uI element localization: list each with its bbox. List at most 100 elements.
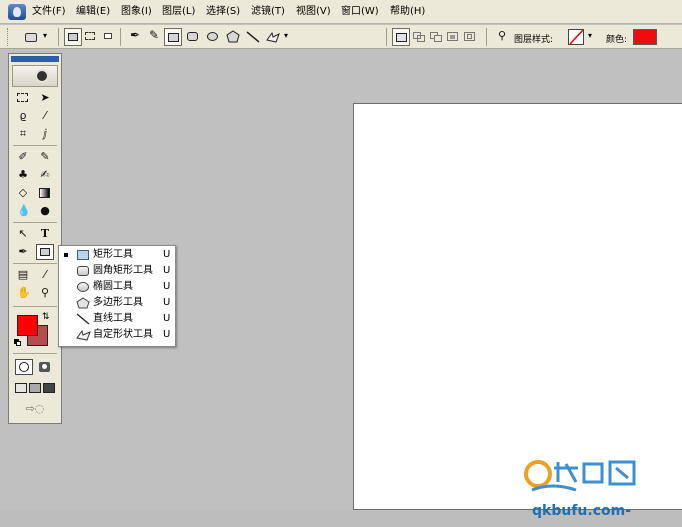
pen-tool-icon[interactable]: ✒ [126,28,144,46]
fill-pixels-mode-button[interactable] [100,28,118,46]
quick-mask-mode-icon[interactable] [36,359,54,375]
ellipse-shape-icon[interactable] [204,28,222,46]
move-tool-icon[interactable]: ➤ [36,90,54,106]
flyout-item-shortcut: U [163,329,171,340]
exclude-overlapping-areas-button[interactable] [461,28,479,46]
magic-wand-tool-icon[interactable]: ⁄ [36,108,54,124]
toolbox-panel: ➤ ϱ ⁄ ⌗ ⅉ ✐ ✎ ♣ ✍ ◇ 💧 ● ↖ T ✒ ▤ ⁄ ✋ ⚲ ⇅ … [8,53,62,424]
dodge-tool-icon[interactable]: ● [36,203,54,219]
swap-colors-icon[interactable]: ⇅ [42,313,50,322]
separator [58,28,59,46]
healing-brush-tool-icon[interactable]: ✐ [14,149,32,165]
flyout-item-label: 多边形工具 [93,297,143,308]
watermark-logo [524,460,636,492]
marquee-tool-icon[interactable] [14,90,32,106]
menu-image[interactable]: 图象(I) [121,6,152,18]
options-bar-grip[interactable] [7,28,11,46]
menu-select[interactable]: 选择(S) [206,6,240,18]
flyout-item-label: 圆角矩形工具 [93,265,153,276]
separator [13,145,57,146]
full-screen-mode-icon[interactable] [41,380,59,396]
flyout-item-ellipse-tool[interactable]: 椭圆工具 U [59,279,175,295]
add-to-shape-area-button[interactable] [410,28,428,46]
eraser-tool-icon[interactable]: ◇ [14,185,32,201]
menu-view[interactable]: 视图(V) [296,6,331,18]
shape-tool-icon[interactable] [36,244,54,260]
menu-bar: 文件(F) 编辑(E) 图象(I) 图层(L) 选择(S) 滤镜(T) 视图(V… [0,0,682,24]
paths-mode-button[interactable] [82,28,100,46]
link-icon[interactable]: ⚲ [493,28,511,46]
chevron-down-icon: ▾ [284,31,289,40]
menu-layer[interactable]: 图层(L) [162,6,195,18]
document-canvas[interactable] [353,103,682,510]
jump-to-imageready-icon[interactable]: ⇨◌ [19,401,51,417]
flyout-item-label: 椭圆工具 [93,281,133,292]
gradient-tool-icon[interactable] [36,185,54,201]
line-shape-icon[interactable] [244,28,262,46]
flyout-item-rounded-rectangle-tool[interactable]: 圆角矩形工具 U [59,263,175,279]
menu-file[interactable]: 文件(F) [32,6,66,18]
menu-edit[interactable]: 编辑(E) [76,6,110,18]
rounded-rectangle-tool-icon [76,265,90,277]
freeform-pen-tool-icon[interactable]: ✎ [145,28,163,46]
separator [486,28,487,46]
chevron-down-icon: ▾ [43,31,48,40]
flyout-item-line-tool[interactable]: 直线工具 U [59,311,175,327]
separator [120,28,121,46]
layer-style-picker[interactable]: ▾ [566,28,598,46]
default-colors-icon[interactable] [14,339,21,346]
flyout-item-shortcut: U [163,249,171,260]
flyout-item-shortcut: U [163,313,171,324]
flyout-item-shortcut: U [163,297,171,308]
pen-tool-icon[interactable]: ✒ [14,244,32,260]
tool-preset-picker[interactable]: ▾ [22,28,52,46]
line-tool-icon [76,313,90,325]
separator [13,263,57,264]
menu-window[interactable]: 窗口(W) [341,6,379,18]
polygon-tool-icon [76,297,90,309]
zoom-tool-icon[interactable]: ⚲ [36,285,54,301]
flyout-item-custom-shape-tool[interactable]: 自定形状工具 U [59,327,175,343]
shape-color-swatch[interactable] [633,29,657,45]
slice-tool-icon[interactable]: ⅉ [36,126,54,142]
toolbox-header-logo[interactable] [12,65,58,87]
separator [13,222,57,223]
blur-tool-icon[interactable]: 💧 [14,203,32,219]
rectangle-tool-icon [76,249,90,261]
new-shape-layer-button[interactable] [392,28,410,46]
selected-bullet-icon [64,253,68,257]
history-brush-tool-icon[interactable]: ✍ [36,167,54,183]
eye-icon [35,69,49,83]
toolbox-title-bar[interactable] [11,56,59,62]
shape-layers-mode-button[interactable] [64,28,82,46]
standard-mode-icon[interactable] [15,359,33,375]
custom-shape-picker[interactable]: ▾ [264,28,294,46]
crop-tool-icon[interactable]: ⌗ [14,126,32,142]
flyout-item-rectangle-tool[interactable]: 矩形工具 U [59,247,175,263]
rectangle-shape-icon[interactable] [164,28,182,46]
menu-help[interactable]: 帮助(H) [390,6,425,18]
lasso-tool-icon[interactable]: ϱ [14,108,32,124]
rounded-rectangle-shape-icon[interactable] [184,28,202,46]
foreground-color-swatch[interactable] [17,315,38,336]
flyout-item-label: 矩形工具 [93,249,133,260]
polygon-shape-icon[interactable] [224,28,242,46]
layer-style-label: 图层样式: [514,35,554,45]
path-selection-tool-icon[interactable]: ↖ [14,226,32,242]
flyout-item-polygon-tool[interactable]: 多边形工具 U [59,295,175,311]
brush-tool-icon[interactable]: ✎ [36,149,54,165]
hand-tool-icon[interactable]: ✋ [14,285,32,301]
notes-tool-icon[interactable]: ▤ [14,267,32,283]
intersect-shape-areas-button[interactable] [444,28,462,46]
menu-filter[interactable]: 滤镜(T) [251,6,285,18]
options-bar: ▾ ✒ ✎ ▾ ⚲ 图层样式: ▾ 颜色: [0,25,682,49]
separator [13,306,57,307]
clone-stamp-tool-icon[interactable]: ♣ [14,167,32,183]
subtract-from-shape-area-button[interactable] [427,28,445,46]
flyout-item-label: 自定形状工具 [93,329,153,340]
photoshop-logo-icon[interactable] [8,4,26,20]
separator [13,353,57,354]
eyedropper-tool-icon[interactable]: ⁄ [36,267,54,283]
flyout-item-shortcut: U [163,265,171,276]
type-tool-icon[interactable]: T [36,226,54,242]
